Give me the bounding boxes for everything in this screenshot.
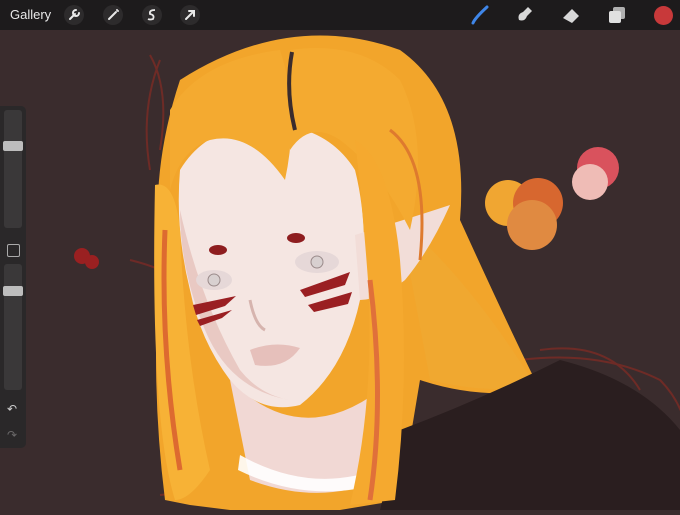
brush-icon[interactable]: [469, 4, 491, 26]
layers-icon[interactable]: [606, 4, 628, 26]
drawing-canvas[interactable]: [0, 30, 680, 511]
left-sidebar: ↶ ↷: [0, 106, 26, 448]
undo-icon[interactable]: ↶: [7, 402, 17, 416]
smudge-icon[interactable]: [513, 4, 535, 26]
artwork: [74, 35, 680, 511]
brush-size-thumb[interactable]: [3, 141, 23, 152]
top-toolbar: Gallery: [0, 0, 680, 30]
magic-wand-icon[interactable]: [103, 5, 123, 25]
redo-icon[interactable]: ↷: [7, 428, 17, 442]
eraser-icon[interactable]: [560, 4, 582, 26]
selection-icon[interactable]: [142, 5, 162, 25]
square-icon[interactable]: [7, 244, 20, 257]
opacity-slider[interactable]: [3, 264, 23, 390]
gallery-button[interactable]: Gallery: [10, 7, 51, 22]
opacity-thumb[interactable]: [3, 286, 23, 297]
color-picker-button[interactable]: [654, 6, 673, 25]
brush-size-slider[interactable]: [3, 110, 23, 228]
wrench-icon[interactable]: [64, 5, 84, 25]
transform-arrow-icon[interactable]: [180, 5, 200, 25]
